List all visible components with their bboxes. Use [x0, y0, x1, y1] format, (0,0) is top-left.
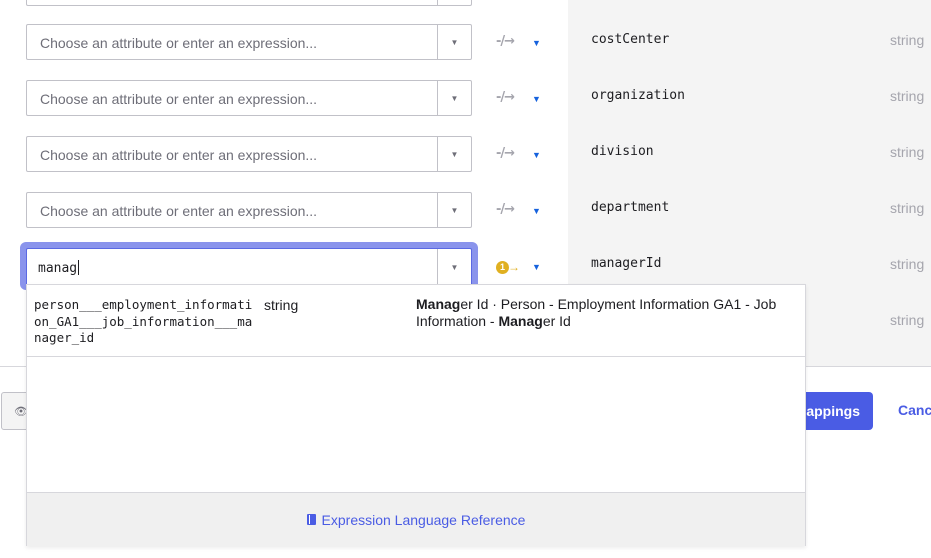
push-toggle-icon[interactable]: ▼ — [532, 262, 541, 272]
chevron-down-icon[interactable]: ▼ — [438, 25, 471, 59]
option-attribute-name: person___employment_information_GA1___jo… — [34, 297, 253, 345]
autocomplete-dropdown: person___employment_information_GA1___jo… — [26, 284, 806, 546]
push-toggle-icon[interactable]: ▼ — [532, 94, 541, 104]
save-mappings-button[interactable]: Save Mappings — [796, 392, 873, 430]
input-placeholder: Choose an attribute or enter an expressi… — [40, 147, 318, 163]
mapping-arrow-icon[interactable]: -/→ — [496, 34, 515, 49]
input-divider — [437, 0, 438, 5]
attribute-name: organization — [591, 88, 685, 103]
dropdown-footer: Expression Language Reference — [27, 492, 805, 546]
push-toggle-icon[interactable]: ▼ — [532, 38, 541, 48]
attribute-name: costCenter — [591, 32, 670, 47]
autocomplete-option[interactable]: person___employment_information_GA1___jo… — [27, 285, 805, 357]
warning-mapping-icon[interactable]: 1 → — [496, 260, 520, 274]
match-highlight: Manag — [498, 313, 543, 329]
expression-input[interactable]: Choose an attribute or enter an expressi… — [26, 24, 472, 60]
attribute-type: string — [890, 88, 925, 104]
mapping-arrow-icon[interactable]: -/→ — [496, 90, 515, 105]
option-description: Manager Id · Person - Employment Informa… — [416, 296, 801, 330]
attribute-type: string — [890, 32, 925, 48]
arrow-right-icon: → — [508, 260, 520, 274]
description-text: er Id · Person - Employment Information … — [416, 296, 777, 329]
mapping-input-partial[interactable] — [26, 0, 472, 6]
attribute-type: string — [890, 144, 925, 160]
input-placeholder: Choose an attribute or enter an expressi… — [40, 203, 318, 219]
push-toggle-icon[interactable]: ▼ — [532, 150, 541, 160]
expression-input[interactable]: Choose an attribute or enter an expressi… — [26, 192, 472, 228]
chevron-down-icon[interactable]: ▼ — [438, 137, 471, 171]
reference-link-label: Expression Language Reference — [321, 511, 526, 528]
input-placeholder: Choose an attribute or enter an expressi… — [40, 35, 318, 51]
expression-input[interactable]: Choose an attribute or enter an expressi… — [26, 136, 472, 172]
book-icon — [306, 514, 316, 525]
mapping-arrow-icon[interactable]: -/→ — [496, 146, 515, 161]
chevron-down-icon[interactable]: ▼ — [438, 81, 471, 115]
attribute-name: division — [591, 144, 654, 159]
option-type: string — [264, 297, 299, 313]
match-highlight: Manag — [416, 296, 461, 312]
attribute-type: string — [890, 256, 925, 272]
attribute-name: department — [591, 200, 670, 215]
expression-input[interactable]: Choose an attribute or enter an expressi… — [26, 80, 472, 116]
cancel-button[interactable]: Cancel — [898, 402, 931, 418]
input-placeholder: Choose an attribute or enter an expressi… — [40, 91, 318, 107]
mapping-arrow-icon[interactable]: -/→ — [496, 202, 515, 217]
expression-input-value[interactable]: manag — [38, 260, 79, 276]
attribute-name: managerId — [591, 256, 662, 271]
attribute-type: string — [890, 200, 925, 216]
expression-reference-link[interactable]: Expression Language Reference — [306, 511, 526, 528]
push-toggle-icon[interactable]: ▼ — [532, 206, 541, 216]
description-text: er Id — [542, 313, 571, 329]
chevron-down-icon[interactable]: ▼ — [438, 249, 471, 285]
chevron-down-icon[interactable]: ▼ — [438, 193, 471, 227]
expression-input-active[interactable]: manag ▼ — [26, 248, 472, 286]
attribute-type: string — [890, 312, 925, 328]
